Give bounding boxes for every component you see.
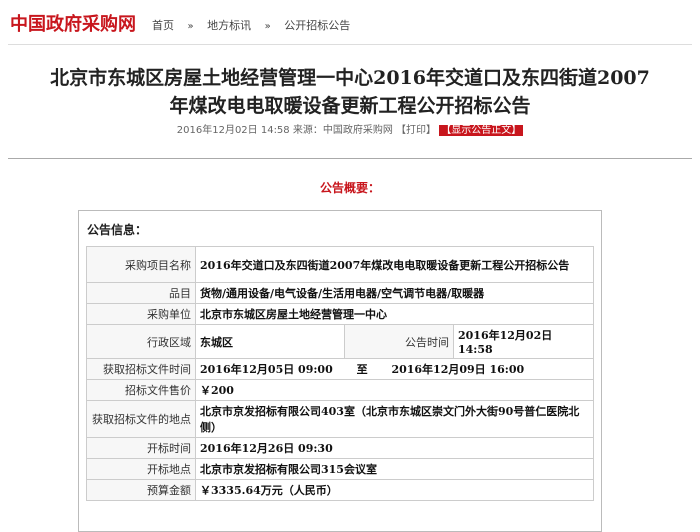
row-label: 招标文件售价	[86, 379, 196, 401]
time-to-separator: 至	[356, 363, 368, 376]
article-title: 北京市东城区房屋土地经营管理一中心2016年交道口及东四街道2007 年煤改电电…	[20, 64, 680, 120]
breadcrumb-local-bids-link[interactable]: 地方标讯	[207, 19, 251, 32]
summary-table: 采购项目名称 2016年交道口及东四街道2007年煤改电电取暖设备更新工程公开招…	[86, 246, 594, 501]
breadcrumb-home-link[interactable]: 首页	[152, 19, 174, 32]
row-value: 北京市东城区房屋土地经营管理一中心	[195, 303, 594, 325]
row-value: ￥200	[195, 379, 594, 401]
row-value: 2016年12月02日 14:58	[453, 324, 594, 359]
row-value: 东城区	[195, 324, 345, 359]
summary-section-title: 公告概要：	[319, 181, 380, 195]
row-value: ￥3335.64万元（人民币）	[195, 479, 594, 501]
row-value: 2016年交道口及东四街道2007年煤改电电取暖设备更新工程公开招标公告	[195, 246, 594, 283]
row-label: 采购单位	[86, 303, 196, 325]
site-logo[interactable]: 中国政府采购网	[10, 10, 136, 36]
row-value: 2016年12月05日 09:00 至 2016年12月09日 16:00	[195, 358, 594, 380]
summary-panel: 公告信息： 采购项目名称 2016年交道口及东四街道2007年煤改电电取暖设备更…	[78, 210, 602, 532]
article-title-line1: 北京市东城区房屋土地经营管理一中心2016年交道口及东四街道2007	[50, 67, 650, 89]
row-label: 开标地点	[86, 458, 196, 480]
time-to: 2016年12月09日 16:00	[391, 363, 525, 376]
table-row: 获取招标文件的地点 北京市京发招标有限公司403室（北京市东城区崇文门外大街90…	[86, 400, 594, 438]
row-label: 品目	[86, 282, 196, 304]
table-row: 获取招标文件时间 2016年12月05日 09:00 至 2016年12月09日…	[86, 358, 594, 380]
article-title-line2: 年煤改电电取暖设备更新工程公开招标公告	[169, 95, 531, 117]
source-text: 来源：中国政府采购网	[292, 125, 393, 136]
breadcrumb: 首页 » 地方标讯 » 公开招标公告	[152, 17, 350, 33]
row-label: 采购项目名称	[86, 246, 196, 283]
row-value: 北京市京发招标有限公司315会议室	[195, 458, 594, 480]
publish-date: 2016年12月02日 14:58	[176, 125, 290, 136]
top-bar: 中国政府采购网 首页 » 地方标讯 » 公开招标公告	[0, 0, 700, 44]
row-value: 货物/通用设备/电气设备/生活用电器/空气调节电器/取暖器	[195, 282, 594, 304]
print-link[interactable]: 【打印】	[396, 125, 436, 136]
table-row: 预算金额 ￥3335.64万元（人民币）	[86, 479, 594, 501]
table-row: 采购单位 北京市东城区房屋土地经营管理一中心	[86, 303, 594, 325]
info-header: 公告信息：	[87, 223, 148, 237]
row-value: 2016年12月26日 09:30	[195, 437, 594, 459]
table-row: 招标文件售价 ￥200	[86, 379, 594, 401]
table-row: 开标时间 2016年12月26日 09:30	[86, 437, 594, 459]
article-meta: 2016年12月02日 14:58 来源：中国政府采购网 【打印】 【显示公告正…	[0, 121, 700, 136]
breadcrumb-separator: »	[264, 21, 271, 32]
time-from: 2016年12月05日 09:00	[200, 363, 333, 376]
row-label: 获取招标文件的地点	[86, 400, 196, 438]
breadcrumb-open-tender-link[interactable]: 公开招标公告	[284, 19, 350, 32]
table-row: 采购项目名称 2016年交道口及东四街道2007年煤改电电取暖设备更新工程公开招…	[86, 246, 594, 283]
row-label: 预算金额	[86, 479, 196, 501]
top-divider	[8, 44, 692, 45]
show-notice-button[interactable]: 【显示公告正文】	[439, 125, 524, 136]
row-label: 获取招标文件时间	[86, 358, 196, 380]
row-label: 行政区域	[86, 324, 196, 359]
table-row: 品目 货物/通用设备/电气设备/生活用电器/空气调节电器/取暖器	[86, 282, 594, 304]
content-divider	[8, 158, 692, 159]
row-label: 开标时间	[86, 437, 196, 459]
table-row: 开标地点 北京市京发招标有限公司315会议室	[86, 458, 594, 480]
breadcrumb-separator: »	[187, 21, 194, 32]
table-row: 行政区域 东城区 公告时间 2016年12月02日 14:58	[86, 324, 594, 359]
row-label: 公告时间	[344, 324, 454, 359]
row-value: 北京市京发招标有限公司403室（北京市东城区崇文门外大街90号普仁医院北侧）	[195, 400, 594, 438]
